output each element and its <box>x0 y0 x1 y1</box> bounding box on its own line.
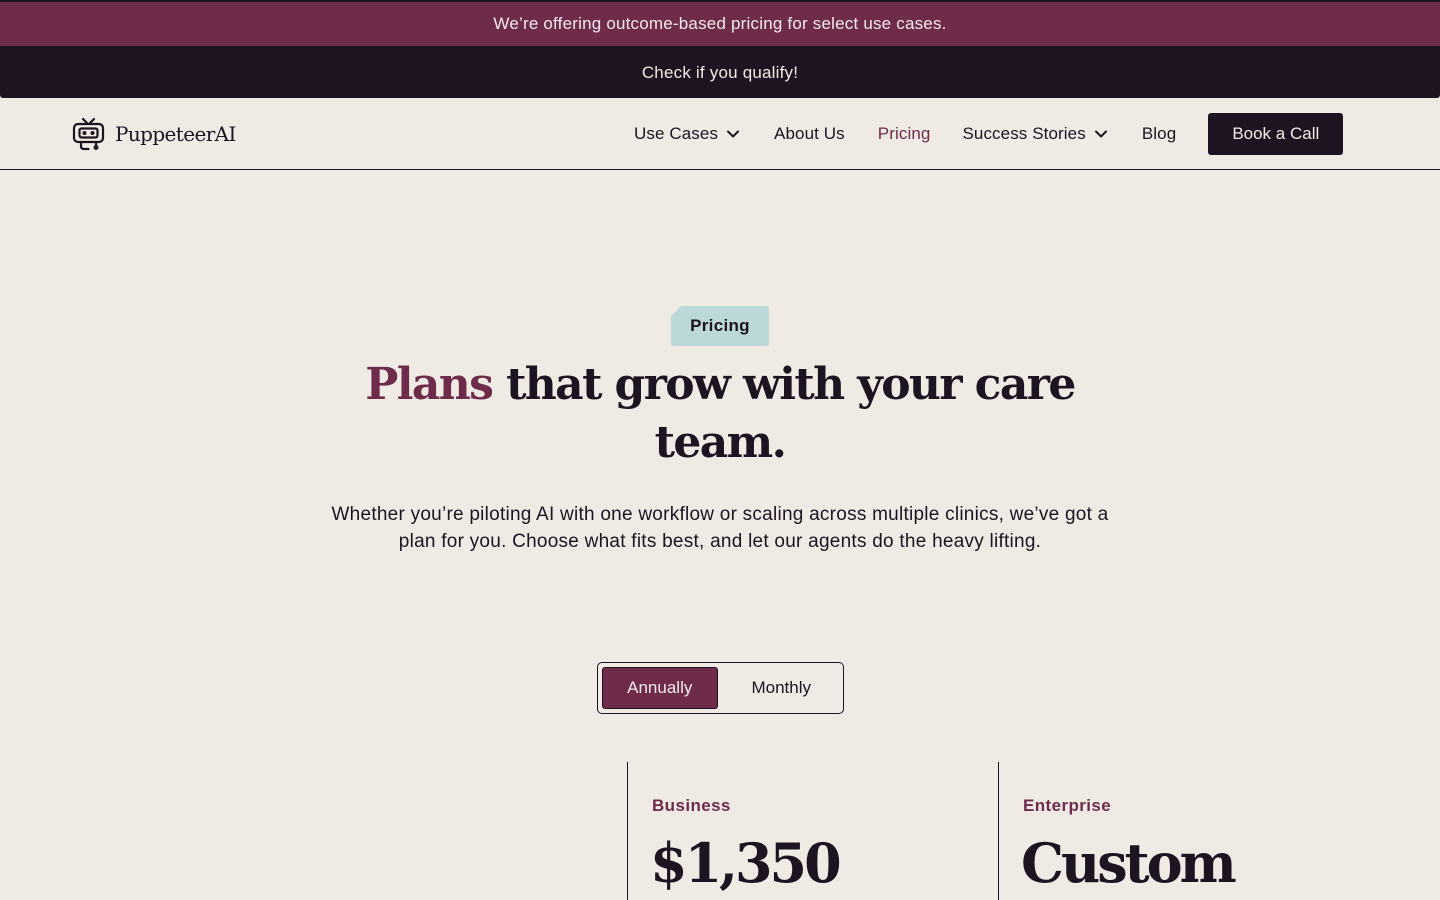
nav-blog-label: Blog <box>1141 124 1177 143</box>
chevron-down-icon <box>1094 130 1107 138</box>
plan-price: $1,350 <box>650 831 842 895</box>
robot-puppet-icon <box>72 117 105 151</box>
nav-pricing-label: Pricing <box>877 124 931 143</box>
logo-link[interactable]: PuppeteerAI <box>72 116 236 152</box>
billing-period-toggle: Annually Monthly <box>597 662 844 714</box>
main-navbar: PuppeteerAI Use Cases About Us Pricing S… <box>0 98 1440 170</box>
chevron-down-icon <box>727 130 740 138</box>
qualify-text: Check if you qualify! <box>641 63 799 82</box>
promo-banner: We’re offering outcome-based pricing for… <box>0 0 1440 48</box>
pricing-tag: Pricing <box>671 306 769 346</box>
promo-text: We’re offering outcome-based pricing for… <box>493 14 947 33</box>
plan-name: Business <box>652 796 731 815</box>
plan-name: Enterprise <box>1023 796 1112 815</box>
logo-text: PuppeteerAI <box>115 122 236 146</box>
nav-success-stories-label: Success Stories <box>962 124 1086 143</box>
nav-success-stories[interactable]: Success Stories <box>962 124 1107 144</box>
hero-subtitle: Whether you’re piloting AI with one work… <box>331 504 1109 552</box>
nav-blog[interactable]: Blog <box>1142 124 1176 144</box>
plan-card-enterprise: Enterprise Custom <box>998 762 1440 900</box>
plan-card-business: Business $1,350 <box>627 762 998 900</box>
book-a-call-button[interactable]: Book a Call <box>1208 113 1344 155</box>
nav-links: Use Cases About Us Pricing Success Stori… <box>634 113 1344 155</box>
qualify-banner-link[interactable]: Check if you qualify! <box>0 48 1440 98</box>
hero-title: Plans that grow with your care team. <box>320 356 1120 472</box>
hero-title-accent: Plans <box>365 359 494 410</box>
nav-pricing[interactable]: Pricing <box>878 124 931 144</box>
nav-about-us-label: About Us <box>774 124 845 143</box>
nav-use-cases-label: Use Cases <box>634 124 719 143</box>
nav-about-us[interactable]: About Us <box>774 124 845 144</box>
plan-price: Custom <box>1021 831 1237 895</box>
toggle-annually[interactable]: Annually <box>602 667 718 709</box>
hero-title-rest: that grow with your care team. <box>506 359 1076 468</box>
toggle-monthly[interactable]: Monthly <box>724 667 839 709</box>
nav-use-cases[interactable]: Use Cases <box>634 124 740 144</box>
